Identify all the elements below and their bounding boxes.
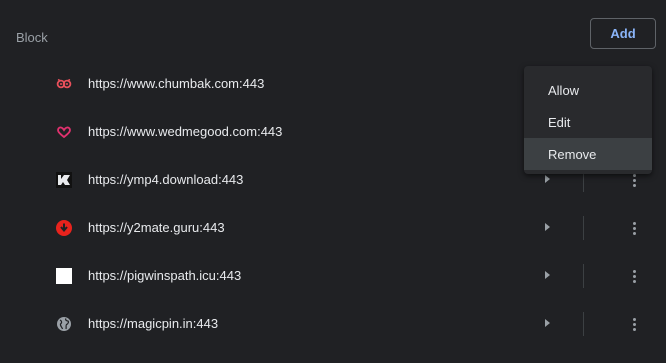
divider (583, 264, 584, 288)
site-url: https://ymp4.download:443 (88, 172, 244, 187)
site-url: https://magicpin.in:443 (88, 316, 219, 331)
wedmegood-heart-icon (56, 124, 72, 140)
arrow-right-icon[interactable] (545, 319, 550, 327)
block-section-label: Block (16, 30, 48, 45)
menu-item-edit[interactable]: Edit (524, 106, 652, 138)
site-url: https://pigwinspath.icu:443 (88, 268, 242, 283)
site-url: https://www.wedmegood.com:443 (88, 124, 283, 139)
divider (583, 312, 584, 336)
ymp4-logo-icon (56, 172, 72, 188)
more-actions-button[interactable] (622, 216, 646, 240)
menu-item-allow[interactable]: Allow (524, 74, 652, 106)
arrow-right-icon[interactable] (545, 271, 550, 279)
site-row[interactable]: https://magicpin.in:443 (0, 300, 666, 348)
globe-icon (56, 316, 72, 332)
blank-page-icon (56, 268, 72, 284)
site-url: https://y2mate.guru:443 (88, 220, 225, 235)
y2mate-download-icon (56, 220, 72, 236)
site-row[interactable]: https://pigwinspath.icu:443 (0, 252, 666, 300)
context-menu: Allow Edit Remove (524, 66, 652, 174)
site-url: https://www.chumbak.com:443 (88, 76, 265, 91)
arrow-right-icon[interactable] (545, 223, 550, 231)
divider (583, 216, 584, 240)
add-button[interactable]: Add (590, 18, 656, 49)
more-actions-button[interactable] (622, 312, 646, 336)
site-row[interactable]: https://y2mate.guru:443 (0, 204, 666, 252)
more-actions-button[interactable] (622, 264, 646, 288)
chumbak-owl-icon (56, 76, 72, 92)
arrow-right-icon[interactable] (545, 175, 550, 183)
menu-item-remove[interactable]: Remove (524, 138, 652, 170)
